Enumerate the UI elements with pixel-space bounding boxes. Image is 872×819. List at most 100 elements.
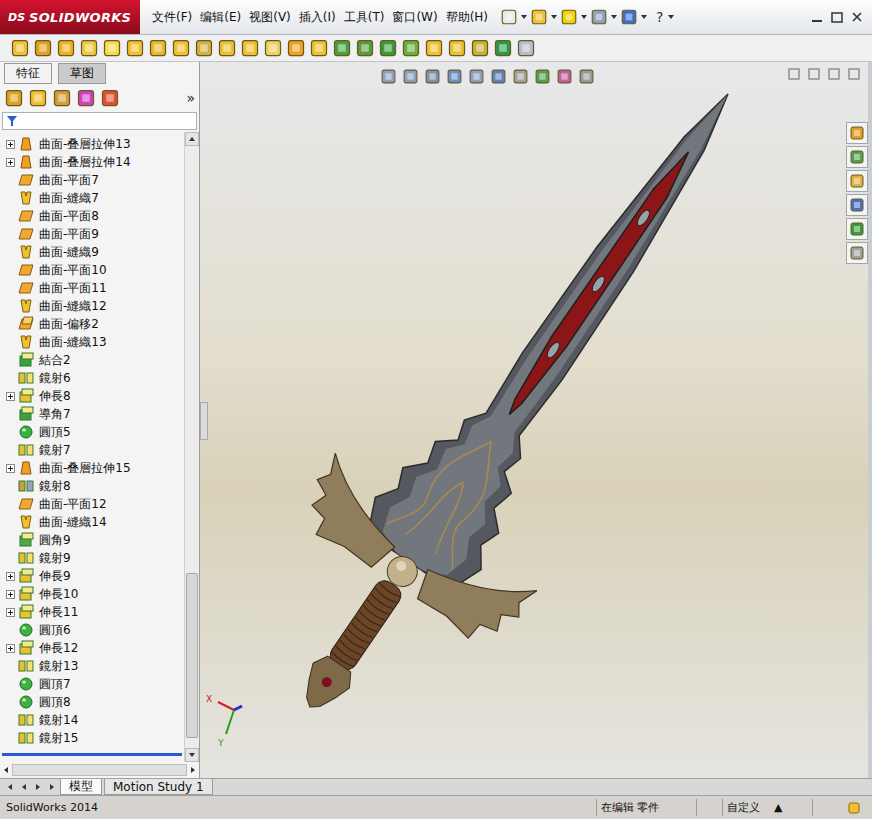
menu-item[interactable]: 视图(V) xyxy=(245,7,295,28)
feature-tool-icon[interactable] xyxy=(171,38,191,58)
horizontal-scrollbar[interactable] xyxy=(0,762,199,778)
tree-item[interactable]: 曲面-縫織9 xyxy=(0,243,184,261)
view-tool-icon[interactable] xyxy=(534,68,551,85)
viewport-control-icon[interactable] xyxy=(848,68,860,80)
tree-item[interactable]: 鏡射13 xyxy=(0,657,184,675)
panel-splitter[interactable] xyxy=(200,402,208,440)
tree-item[interactable]: 結合2 xyxy=(0,351,184,369)
expand-icon[interactable] xyxy=(6,392,15,401)
vertical-scrollbar[interactable] xyxy=(184,132,199,762)
view-tool-icon[interactable] xyxy=(446,68,463,85)
collapse-button[interactable]: » xyxy=(186,90,195,106)
menu-item[interactable]: 插入(I) xyxy=(295,7,340,28)
graphics-area[interactable]: XY xyxy=(200,62,872,778)
task-pane-icon[interactable] xyxy=(849,221,865,237)
tree-item[interactable]: 伸長12 xyxy=(0,639,184,657)
tree-item[interactable]: 鏡射8 xyxy=(0,477,184,495)
scroll-thumb[interactable] xyxy=(186,573,198,738)
tree-item[interactable]: 導角7 xyxy=(0,405,184,423)
tab-nav-button[interactable] xyxy=(4,779,16,795)
task-pane-icon[interactable] xyxy=(849,149,865,165)
task-pane-icon[interactable] xyxy=(849,245,865,261)
tree-item[interactable]: 圓頂5 xyxy=(0,423,184,441)
tree-item[interactable]: 鏡射6 xyxy=(0,369,184,387)
bottom-tab[interactable]: 模型 xyxy=(60,779,102,795)
feature-tool-icon[interactable] xyxy=(217,38,237,58)
manager-tab-icon[interactable] xyxy=(100,88,120,108)
status-units[interactable]: 自定义▲ xyxy=(722,799,812,816)
task-pane-icon[interactable] xyxy=(849,173,865,189)
tab-nav-button[interactable] xyxy=(32,779,44,795)
filter-field[interactable] xyxy=(2,112,197,130)
feature-tool-icon[interactable] xyxy=(10,38,30,58)
panel-tab[interactable]: 特征 xyxy=(4,63,52,84)
tree-item[interactable]: 伸長10 xyxy=(0,585,184,603)
menu-item[interactable]: 编辑(E) xyxy=(196,7,245,28)
view-tool-icon[interactable] xyxy=(402,68,419,85)
tab-nav-button[interactable] xyxy=(18,779,30,795)
feature-tool-icon[interactable] xyxy=(263,38,283,58)
task-pane-button[interactable] xyxy=(846,218,868,240)
tree-item[interactable]: 鏡射15 xyxy=(0,729,184,747)
tree-item[interactable]: 曲面-平面7 xyxy=(0,171,184,189)
viewport-control-icon[interactable] xyxy=(828,68,840,80)
tree-item[interactable]: 圓頂7 xyxy=(0,675,184,693)
view-tool-icon[interactable] xyxy=(380,68,397,85)
tree-item[interactable]: 鏡射14 xyxy=(0,711,184,729)
feature-tool-icon[interactable] xyxy=(493,38,513,58)
view-tool-icon[interactable] xyxy=(512,68,529,85)
task-pane-button[interactable] xyxy=(846,242,868,264)
tree-item[interactable]: 曲面-叠層拉伸14 xyxy=(0,153,184,171)
feature-tool-icon[interactable] xyxy=(378,38,398,58)
task-pane-button[interactable] xyxy=(846,170,868,192)
feature-tool-icon[interactable] xyxy=(56,38,76,58)
view-tool-icon[interactable] xyxy=(556,68,573,85)
bottom-tab[interactable]: Motion Study 1 xyxy=(104,779,213,795)
expand-icon[interactable] xyxy=(6,464,15,473)
viewport-control-icon[interactable] xyxy=(788,68,800,80)
viewport-control-icon[interactable] xyxy=(808,68,820,80)
help-button[interactable]: ? xyxy=(650,9,665,25)
manager-tab-icon[interactable] xyxy=(28,88,48,108)
toolbar-button-icon[interactable] xyxy=(620,8,638,26)
expand-icon[interactable] xyxy=(6,608,15,617)
expand-icon[interactable] xyxy=(6,644,15,653)
close-icon[interactable] xyxy=(850,10,864,24)
expand-icon[interactable] xyxy=(6,590,15,599)
tree-item[interactable]: 曲面-縫織13 xyxy=(0,333,184,351)
feature-tool-icon[interactable] xyxy=(286,38,306,58)
tree-item[interactable]: 曲面-平面12 xyxy=(0,495,184,513)
toolbar-button-icon[interactable] xyxy=(500,8,518,26)
view-tool-icon[interactable] xyxy=(578,68,595,85)
tree-item[interactable]: 鏡射7 xyxy=(0,441,184,459)
task-pane-icon[interactable] xyxy=(849,125,865,141)
feature-tool-icon[interactable] xyxy=(516,38,536,58)
tree-item[interactable]: 曲面-平面10 xyxy=(0,261,184,279)
task-pane-button[interactable] xyxy=(846,122,868,144)
tab-nav-button[interactable] xyxy=(46,779,58,795)
tree-item[interactable]: 曲面-平面8 xyxy=(0,207,184,225)
menu-item[interactable]: 工具(T) xyxy=(340,7,389,28)
tree-item[interactable]: 圓頂8 xyxy=(0,693,184,711)
expand-icon[interactable] xyxy=(6,158,15,167)
expand-icon[interactable] xyxy=(6,572,15,581)
tree-item[interactable]: 曲面-叠層拉伸13 xyxy=(0,135,184,153)
feature-tool-icon[interactable] xyxy=(33,38,53,58)
restore-icon[interactable] xyxy=(830,10,844,24)
toolbar-button-icon[interactable] xyxy=(560,8,578,26)
manager-tab-icon[interactable] xyxy=(76,88,96,108)
task-pane-button[interactable] xyxy=(846,146,868,168)
feature-tool-icon[interactable] xyxy=(401,38,421,58)
tree-item[interactable]: 鏡射9 xyxy=(0,549,184,567)
manager-tab-icon[interactable] xyxy=(4,88,24,108)
feature-tool-icon[interactable] xyxy=(240,38,260,58)
view-tool-icon[interactable] xyxy=(490,68,507,85)
sword-model[interactable] xyxy=(200,62,864,778)
tree-item[interactable]: 曲面-縫織7 xyxy=(0,189,184,207)
panel-tab[interactable]: 草图 xyxy=(58,63,106,84)
task-pane-icon[interactable] xyxy=(849,197,865,213)
feature-tool-icon[interactable] xyxy=(332,38,352,58)
tree-item[interactable]: 曲面-縫織12 xyxy=(0,297,184,315)
feature-tool-icon[interactable] xyxy=(470,38,490,58)
tree-item[interactable]: 曲面-偏移2 xyxy=(0,315,184,333)
